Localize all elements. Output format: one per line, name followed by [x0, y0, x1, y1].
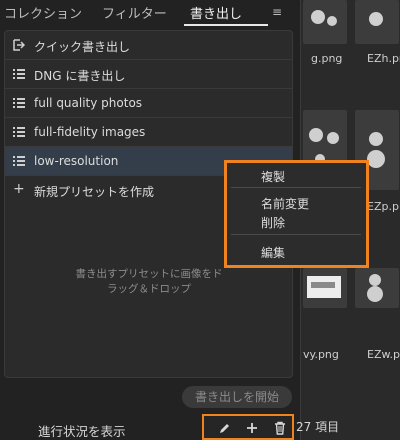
pencil-icon[interactable] — [217, 420, 233, 436]
preset-label: full quality photos — [34, 96, 143, 110]
plus-icon[interactable] — [244, 420, 260, 436]
tab-collections[interactable]: コレクション — [4, 3, 82, 22]
quick-export-icon — [13, 39, 25, 51]
menu-item-delete[interactable]: 削除 — [261, 214, 285, 231]
preset-toolbar — [202, 414, 294, 440]
menu-item-edit[interactable]: 編集 — [261, 244, 285, 261]
item-count: 27 項目 — [296, 420, 340, 434]
list-icon — [13, 68, 25, 80]
menu-divider — [231, 234, 361, 235]
preset-full-fidelity[interactable]: full-fidelity images — [5, 118, 292, 147]
menu-item-duplicate[interactable]: 複製 — [261, 168, 285, 185]
preset-label: full-fidelity images — [34, 125, 146, 139]
drop-hint: 書き出すプリセットに画像をド ラッグ＆ドロップ — [65, 267, 233, 297]
preset-label: DNG に書き出し — [34, 69, 126, 83]
panel-tabs: コレクション フィルター 書き出し ≡ — [0, 0, 300, 26]
active-tab-indicator — [184, 24, 268, 26]
preset-label: クイック書き出し — [34, 40, 131, 54]
thumbnail-filename: EZp.png — [367, 200, 400, 213]
plus-icon: + — [13, 181, 25, 197]
thumbnail-filename: vy.png — [303, 348, 339, 361]
preset-dng[interactable]: DNG に書き出し — [5, 60, 292, 89]
thumbnail[interactable] — [355, 268, 399, 308]
list-icon — [13, 155, 25, 167]
trash-icon[interactable] — [272, 420, 288, 436]
drop-hint-line: ラッグ＆ドロップ — [107, 283, 191, 295]
preset-quick-export[interactable]: クイック書き出し — [5, 31, 292, 60]
hamburger-icon[interactable]: ≡ — [272, 5, 282, 19]
preset-full-quality[interactable]: full quality photos — [5, 89, 292, 118]
thumbnail[interactable] — [355, 0, 399, 44]
list-icon — [13, 126, 25, 138]
tab-export[interactable]: 書き出し — [190, 3, 242, 22]
list-icon — [13, 97, 25, 109]
thumbnail-filename: g.png — [311, 52, 343, 65]
thumbnail-filename: EZh.png — [367, 52, 400, 65]
start-export-button[interactable]: 書き出しを開始 — [182, 386, 292, 408]
preset-label: low-resolution — [34, 154, 119, 168]
new-preset-label: 新規プリセットを作成 — [34, 185, 155, 199]
show-progress-link[interactable]: 進行状況を表示 — [38, 421, 126, 440]
menu-divider — [231, 187, 361, 188]
menu-item-rename[interactable]: 名前変更 — [261, 195, 309, 212]
tab-filters[interactable]: フィルター — [102, 3, 167, 22]
thumbnail[interactable] — [303, 0, 347, 44]
context-menu: 複製 名前変更 削除 編集 — [224, 160, 369, 268]
drop-hint-line: 書き出すプリセットに画像をド — [75, 268, 223, 280]
thumbnail[interactable] — [303, 268, 347, 308]
thumbnail-filename: EZw.png — [367, 348, 400, 361]
